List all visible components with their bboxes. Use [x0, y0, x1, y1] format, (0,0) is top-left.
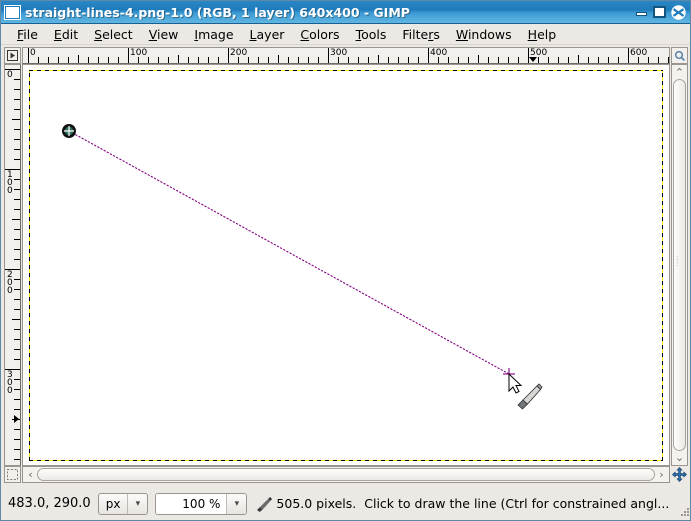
- window-title: straight-lines-4.png-1.0 (RGB, 1 layer) …: [25, 4, 410, 20]
- menu-filters[interactable]: Filters: [394, 25, 447, 44]
- menu-tools[interactable]: Tools: [348, 25, 395, 44]
- menu-edit[interactable]: Edit: [46, 25, 86, 44]
- window-controls: [634, 4, 687, 20]
- chevron-down-icon[interactable]: ▾: [127, 493, 147, 514]
- h-ruler-label: 200: [230, 48, 248, 58]
- unit-selector[interactable]: px ▾: [97, 492, 149, 515]
- menu-help[interactable]: Help: [520, 25, 565, 44]
- zoom-value[interactable]: 100 %: [156, 493, 227, 514]
- window-resize-grip[interactable]: [676, 505, 690, 519]
- close-icon[interactable]: [670, 4, 687, 20]
- v-ruler-label: 100: [7, 170, 13, 196]
- horizontal-position-marker: [529, 57, 537, 62]
- menu-layer[interactable]: Layer: [242, 25, 293, 44]
- vertical-scrollbar[interactable]: ⌃ ::: ⌄: [671, 64, 688, 466]
- minimize-icon[interactable]: [634, 5, 649, 19]
- horizontal-scrollbar[interactable]: ‹ ›: [22, 466, 670, 483]
- h-ruler-label: 400: [430, 48, 448, 58]
- v-ruler-label: 300: [7, 370, 13, 396]
- menu-bar: File Edit Select View Image Layer Colors…: [1, 24, 690, 45]
- status-bar: 483.0, 290.0 px ▾ 100 % ▾ 505.0 pixels. …: [1, 486, 690, 520]
- window-icon: [4, 4, 21, 20]
- menu-file[interactable]: File: [9, 25, 46, 44]
- image-canvas[interactable]: [29, 70, 663, 461]
- menu-view[interactable]: View: [141, 25, 187, 44]
- vertical-position-marker: [14, 415, 19, 423]
- canvas-viewport[interactable]: [22, 64, 670, 466]
- horizontal-ruler[interactable]: 0 100 200 300 400 500 600: [22, 47, 670, 64]
- zoom-image-when-window-resized-icon[interactable]: [671, 47, 688, 64]
- h-ruler-label: 300: [330, 48, 348, 58]
- menu-windows[interactable]: Windows: [448, 25, 520, 44]
- v-ruler-label: 0: [7, 70, 13, 80]
- quick-mask-icon[interactable]: [4, 466, 21, 483]
- chevron-down-icon[interactable]: ▾: [226, 493, 247, 514]
- title-bar[interactable]: straight-lines-4.png-1.0 (RGB, 1 layer) …: [1, 1, 690, 24]
- scroll-down-arrow[interactable]: ⌄: [673, 451, 686, 464]
- unit-selector-value: px: [105, 496, 121, 511]
- status-hint-text: Click to draw the line (Ctrl for constra…: [364, 496, 670, 511]
- menu-image[interactable]: Image: [186, 25, 241, 44]
- measurement-text: 505.0 pixels.: [276, 496, 357, 511]
- zoom-selector[interactable]: 100 % ▾: [155, 492, 248, 515]
- vertical-scroll-thumb[interactable]: [673, 79, 686, 451]
- scroll-up-arrow[interactable]: ⌃: [673, 66, 686, 79]
- h-ruler-label: 0: [30, 48, 36, 58]
- menu-colors[interactable]: Colors: [292, 25, 347, 44]
- cursor-position-label: 483.0, 290.0: [8, 496, 91, 511]
- scroll-right-arrow[interactable]: ›: [655, 468, 668, 481]
- vertical-ruler[interactable]: 0 100 200 300: [4, 64, 21, 466]
- editor-frame: 0100200300400500600 0100200300: [2, 45, 690, 485]
- v-ruler-label: 200: [7, 270, 13, 296]
- maximize-icon[interactable]: [652, 5, 667, 19]
- gimp-image-window: straight-lines-4.png-1.0 (RGB, 1 layer) …: [0, 0, 691, 521]
- h-ruler-label: 600: [630, 48, 648, 58]
- scroll-left-arrow[interactable]: ‹: [24, 468, 37, 481]
- h-ruler-label: 100: [130, 48, 148, 58]
- navigate-canvas-icon[interactable]: [671, 466, 688, 483]
- scroll-thumb-grip: :::: [676, 254, 680, 268]
- paintbrush-icon: [256, 496, 273, 512]
- menu-expander-icon[interactable]: [4, 47, 21, 64]
- horizontal-scroll-thumb[interactable]: [37, 468, 655, 481]
- menu-select[interactable]: Select: [86, 25, 141, 44]
